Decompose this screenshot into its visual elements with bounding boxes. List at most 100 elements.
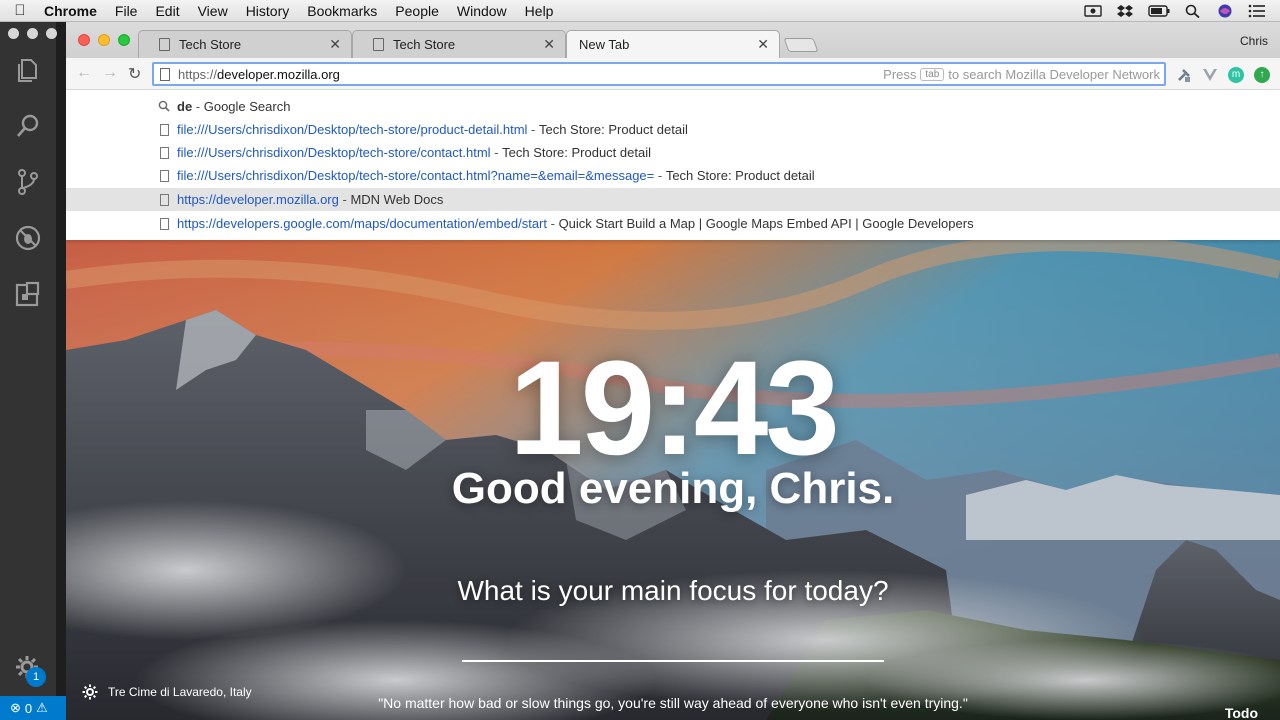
suggestion-desc: Tech Store: Product detail <box>502 145 651 160</box>
page-info-icon[interactable] <box>160 67 170 81</box>
tab-tech-store-2[interactable]: Tech Store ✕ <box>352 30 566 58</box>
tab-title: New Tab <box>579 37 630 52</box>
browser-toolbar: ← → ↻ https:// developer.mozilla.org Pre… <box>66 58 1280 90</box>
tab-close-icon[interactable]: ✕ <box>329 36 341 53</box>
extension-vue-icon[interactable] <box>1202 67 1218 83</box>
address-bar[interactable]: https:// developer.mozilla.org Press tab… <box>152 62 1166 86</box>
warning-icon: ⚠ <box>36 700 48 715</box>
error-count: 0 <box>24 700 33 716</box>
page-icon <box>160 217 169 230</box>
extension-download-icon[interactable]: ↑ <box>1254 67 1270 83</box>
menu-chrome[interactable]: Chrome <box>40 3 107 19</box>
main-focus-input[interactable] <box>462 660 884 662</box>
suggestion-desc: Quick Start Build a Map | Google Maps Em… <box>558 216 974 231</box>
suggestion-url: https://developer.mozilla.org <box>177 192 339 207</box>
extension-momentum-icon[interactable]: m <box>1228 67 1244 83</box>
menu-help[interactable]: Help <box>517 3 564 19</box>
page-icon <box>160 193 169 206</box>
suggestion-separator: - <box>192 99 204 114</box>
back-arrow-icon[interactable]: ← <box>76 64 92 82</box>
page-icon <box>160 146 169 159</box>
screen-record-icon[interactable] <box>1084 4 1102 18</box>
extension-tool-icon[interactable] <box>1176 67 1192 83</box>
greeting-text: Good evening, Chris. <box>451 464 895 513</box>
new-tab-page: 19:43 Good evening, Chris. What is your … <box>66 240 1280 720</box>
suggestion-desc: MDN Web Docs <box>350 192 444 207</box>
suggestion-desc: Tech Store: Product detail <box>665 168 815 183</box>
search-icon[interactable] <box>14 112 42 140</box>
debug-icon[interactable] <box>14 224 42 252</box>
main-focus-prompt: What is your main focus for today? <box>457 575 889 606</box>
hint-text: to search Mozilla Developer Network <box>948 66 1160 82</box>
suggestion-url: file:///Users/chrisdixon/Desktop/tech-st… <box>177 122 528 137</box>
tab-close-icon[interactable]: ✕ <box>543 36 555 53</box>
suggestion-desc: Google Search <box>203 99 291 114</box>
close-window-button[interactable] <box>78 34 90 46</box>
menu-history[interactable]: History <box>238 3 300 19</box>
tab-tech-store-1[interactable]: Tech Store ✕ <box>138 30 352 58</box>
url-scheme: https:// <box>178 66 218 82</box>
clock-time: 19:43 <box>509 334 840 483</box>
zoom-window-button[interactable] <box>118 34 130 46</box>
window-controls[interactable] <box>78 34 130 46</box>
hint-press: Press <box>883 66 917 82</box>
vscode-status-problems[interactable]: ⊗ 0 ⚠ <box>0 696 66 720</box>
extensions-icon[interactable] <box>14 280 42 308</box>
suggestion-url: file:///Users/chrisdixon/Desktop/tech-st… <box>177 145 491 160</box>
suggestion-separator: - <box>547 216 559 231</box>
tab-to-search-hint: Press tab to search Mozilla Developer Ne… <box>883 67 1164 82</box>
suggestion-history[interactable]: file:///Users/chrisdixon/Desktop/tech-st… <box>66 118 1280 141</box>
page-icon <box>160 123 169 136</box>
dropbox-icon[interactable] <box>1116 4 1134 18</box>
tab-key-hint: tab <box>920 67 945 81</box>
suggestion-separator: - <box>527 122 539 137</box>
suggestion-desc: Tech Store: Product detail <box>538 122 688 137</box>
apple-menu-icon[interactable]:  <box>0 2 40 19</box>
suggestion-separator: - <box>490 145 503 160</box>
suggestion-history[interactable]: https://developers.google.com/maps/docum… <box>66 212 1280 235</box>
search-icon <box>158 100 170 112</box>
profile-name[interactable]: Chris <box>1240 34 1268 48</box>
page-favicon-icon <box>159 38 170 51</box>
explorer-icon[interactable] <box>14 56 42 84</box>
suggestion-separator: - <box>338 192 351 207</box>
battery-icon[interactable] <box>1148 4 1170 18</box>
tab-new-tab[interactable]: New Tab ✕ <box>566 30 780 58</box>
menu-file[interactable]: File <box>107 3 148 19</box>
menu-bookmarks[interactable]: Bookmarks <box>299 3 387 19</box>
siri-icon[interactable] <box>1216 4 1234 18</box>
menu-view[interactable]: View <box>190 3 238 19</box>
error-icon: ⊗ <box>10 700 21 715</box>
menu-people[interactable]: People <box>387 3 449 19</box>
suggestion-history[interactable]: file:///Users/chrisdixon/Desktop/tech-st… <box>66 141 1280 164</box>
notification-badge: 1 <box>26 667 46 687</box>
forward-arrow-icon[interactable]: → <box>102 64 118 82</box>
vscode-activity-bar <box>0 22 57 720</box>
menu-window[interactable]: Window <box>449 3 517 19</box>
suggestion-url: https://developers.google.com/maps/docum… <box>177 216 547 231</box>
suggestion-separator: - <box>654 168 666 183</box>
page-icon <box>160 169 169 182</box>
omnibox-suggestions: de - Google Search file:///Users/chrisdi… <box>66 90 1280 240</box>
mac-menu-bar:  Chrome File Edit View History Bookmark… <box>0 0 1280 22</box>
reload-icon[interactable]: ↻ <box>128 64 141 84</box>
suggestion-search[interactable]: de - Google Search <box>66 95 1280 118</box>
suggestion-history-selected[interactable]: https://developer.mozilla.org - MDN Web … <box>66 188 1280 211</box>
new-tab-button[interactable] <box>783 38 819 52</box>
minimize-window-button[interactable] <box>98 34 110 46</box>
menu-edit[interactable]: Edit <box>147 3 189 19</box>
todo-button[interactable]: Todo <box>1225 705 1258 720</box>
tab-title: Tech Store <box>393 37 456 52</box>
suggestion-url: file:///Users/chrisdixon/Desktop/tech-st… <box>177 168 655 183</box>
url-host: developer.mozilla.org <box>217 66 340 82</box>
spotlight-search-icon[interactable] <box>1184 4 1202 18</box>
suggestion-query: de <box>177 99 193 114</box>
tab-close-icon[interactable]: ✕ <box>757 36 769 53</box>
notification-center-icon[interactable] <box>1248 4 1266 18</box>
source-control-icon[interactable] <box>14 168 42 196</box>
suggestion-history[interactable]: file:///Users/chrisdixon/Desktop/tech-st… <box>66 164 1280 187</box>
tab-title: Tech Store <box>179 37 242 52</box>
vscode-window-controls[interactable] <box>8 28 57 39</box>
daily-quote: "No matter how bad or slow things go, yo… <box>378 695 968 711</box>
chrome-window: Tech Store ✕ Tech Store ✕ New Tab ✕ Chri… <box>66 22 1280 720</box>
